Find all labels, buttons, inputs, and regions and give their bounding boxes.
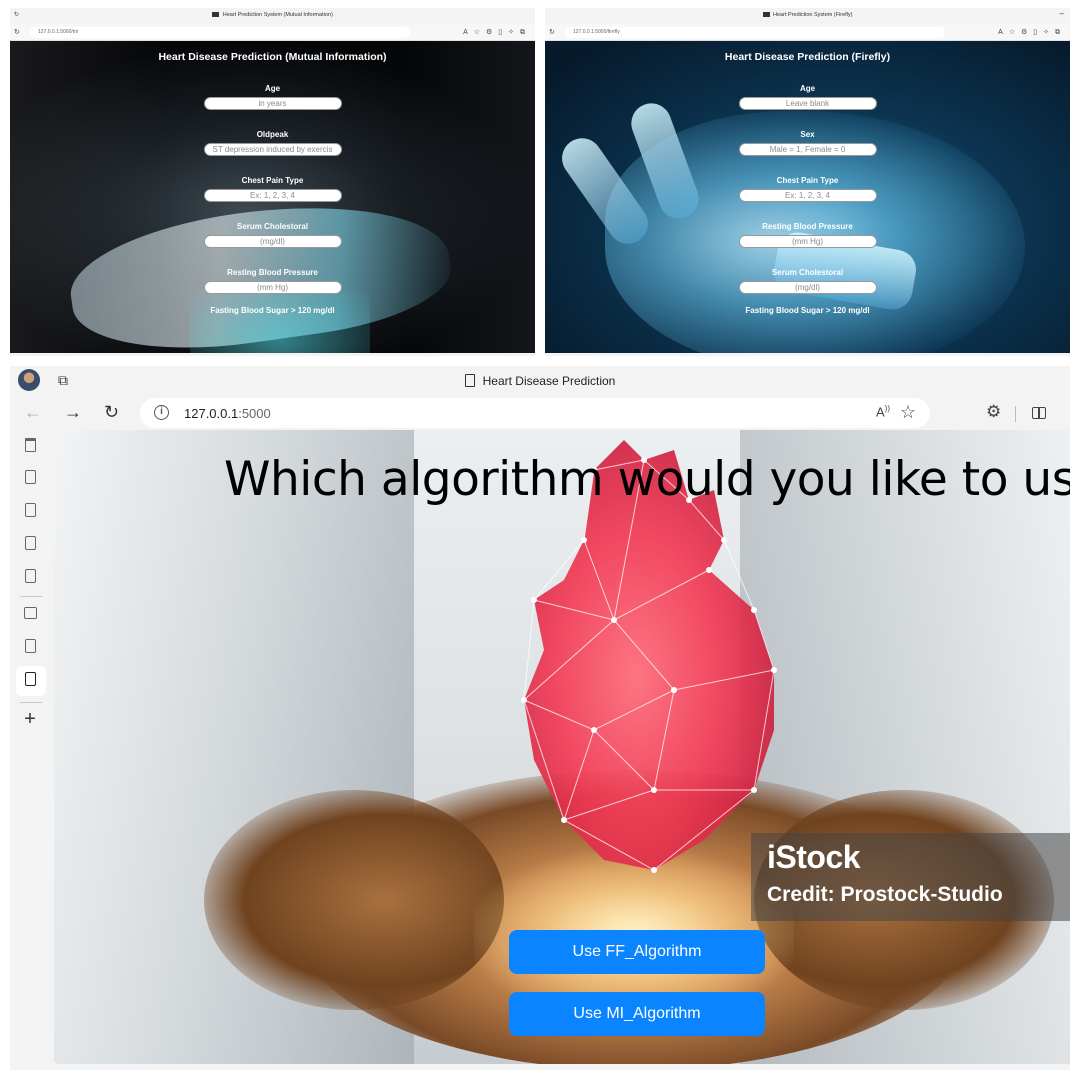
age-input[interactable] <box>203 97 342 110</box>
title-bar: ↻ Heart Prediction System (Mutual Inform… <box>10 8 535 24</box>
url-field[interactable]: 127.0.0.1:5000/firefly <box>565 27 945 38</box>
page-viewport: Heart Disease Prediction (Mutual Informa… <box>10 41 535 353</box>
page-heading: Which algorithm would you like to use? <box>224 452 1070 507</box>
field-label-chest-pain: Chest Pain Type <box>241 176 304 185</box>
vertical-tab-sidebar: + <box>10 430 54 1070</box>
document-icon <box>464 374 475 387</box>
read-aloud-icon[interactable]: A)) <box>876 404 890 419</box>
field-label-age: Age <box>264 84 281 93</box>
window-title: Heart Prediction System (Mutual Informat… <box>222 12 333 18</box>
url-field[interactable]: 127.0.0.1:5000/mi <box>30 27 410 38</box>
browser-window-firefly: Heart Prediction System (Firefly) – ↻ 12… <box>545 8 1070 356</box>
cholesterol-input[interactable] <box>203 235 342 248</box>
reload-icon[interactable]: ↻ <box>104 402 119 423</box>
minimize-icon[interactable]: – <box>1060 9 1064 18</box>
chest-pain-input[interactable] <box>738 189 877 202</box>
url-port: :5000 <box>238 406 271 421</box>
field-label-oldpeak: Oldpeak <box>256 130 289 139</box>
watermark-credit: Credit: Prostock-Studio <box>767 883 1003 906</box>
oldpeak-input[interactable] <box>203 143 342 156</box>
field-label-fasting-sugar: Fasting Blood Sugar > 120 mg/dl <box>210 306 335 315</box>
istock-watermark: iStock Credit: Prostock-Studio <box>751 833 1070 921</box>
blood-pressure-input[interactable] <box>203 281 342 294</box>
tab-favicon-icon <box>212 12 220 17</box>
page-viewport: Heart Disease Prediction (Firefly) Age S… <box>545 41 1070 353</box>
chest-pain-input[interactable] <box>203 189 342 202</box>
use-ff-algorithm-button[interactable]: Use FF_Algorithm <box>509 930 765 974</box>
field-label-chest-pain: Chest Pain Type <box>776 176 839 185</box>
address-bar: ↻ 127.0.0.1:5000/mi A☆⚙▯✧⧉ <box>10 24 535 41</box>
age-input[interactable] <box>738 97 877 110</box>
window-title: Heart Prediction System (Firefly) <box>773 12 853 18</box>
forward-arrow-icon[interactable]: → <box>64 402 82 423</box>
prediction-form: Heart Disease Prediction (Firefly) Age S… <box>545 41 1070 319</box>
favorite-star-icon[interactable]: ☆ <box>900 402 916 423</box>
form-title: Heart Disease Prediction (Mutual Informa… <box>158 51 387 63</box>
field-label-sex: Sex <box>800 130 815 139</box>
tab-favicon-icon <box>762 12 770 17</box>
browser-window-mutual-information: ↻ Heart Prediction System (Mutual Inform… <box>10 8 535 356</box>
tab-actions-icon[interactable] <box>21 438 39 456</box>
vertical-tab-2[interactable] <box>21 503 39 521</box>
address-bar[interactable]: i 127.0.0.1:5000 A)) ☆ <box>140 398 930 428</box>
field-label-age: Age <box>799 84 816 93</box>
cholesterol-input[interactable] <box>738 281 877 294</box>
address-bar: ↻ 127.0.0.1:5000/firefly A☆⚙▯✧⧉ <box>545 24 1070 41</box>
site-info-icon[interactable]: i <box>154 405 169 420</box>
reload-icon[interactable]: ↻ <box>549 28 555 36</box>
reload-icon[interactable]: ↻ <box>14 28 20 36</box>
prediction-form: Heart Disease Prediction (Mutual Informa… <box>10 41 535 319</box>
split-screen-icon[interactable] <box>1032 407 1046 419</box>
browser-window-main: ⧉ Heart Disease Prediction ← → ↻ i 127.0… <box>10 366 1070 1070</box>
field-label-cholesterol: Serum Cholestoral <box>236 222 309 231</box>
field-label-fasting-sugar: Fasting Blood Sugar > 120 mg/dl <box>745 306 870 315</box>
use-mi-algorithm-button[interactable]: Use MI_Algorithm <box>509 992 765 1036</box>
tab-bar: ⧉ Heart Disease Prediction <box>10 366 1070 396</box>
vertical-tab-3[interactable] <box>21 536 39 554</box>
window-title: Heart Disease Prediction <box>482 374 616 388</box>
toolbar-icons[interactable]: A☆⚙▯✧⧉ <box>998 28 1066 37</box>
vertical-tab-active[interactable] <box>21 672 39 690</box>
extensions-icon[interactable]: ⚙ <box>986 402 1001 422</box>
toolbar-icons[interactable]: A☆⚙▯✧⧉ <box>463 28 531 37</box>
vertical-tab-4[interactable] <box>21 569 39 587</box>
url-text: 127.0.0.1:5000 <box>184 406 271 421</box>
page-content: iStock Credit: Prostock-Studio Which alg… <box>54 430 1070 1064</box>
url-host: 127.0.0.1 <box>184 406 239 421</box>
vertical-tab-5[interactable] <box>21 606 39 624</box>
title-bar: Heart Prediction System (Firefly) – <box>545 8 1070 24</box>
vertical-tab-1[interactable] <box>21 470 39 488</box>
field-label-blood-pressure: Resting Blood Pressure <box>227 268 318 277</box>
blood-pressure-input[interactable] <box>738 235 877 248</box>
sex-input[interactable] <box>738 143 877 156</box>
field-label-blood-pressure: Resting Blood Pressure <box>762 222 853 231</box>
back-arrow-icon[interactable]: ← <box>24 402 42 423</box>
navigation-bar: ← → ↻ i 127.0.0.1:5000 A)) ☆ ⚙ <box>10 396 1070 430</box>
form-title: Heart Disease Prediction (Firefly) <box>724 51 891 63</box>
watermark-brand: iStock <box>767 839 861 875</box>
field-label-cholesterol: Serum Cholestoral <box>771 268 844 277</box>
new-tab-plus-icon[interactable]: + <box>21 708 39 730</box>
vertical-tab-6[interactable] <box>21 639 39 657</box>
